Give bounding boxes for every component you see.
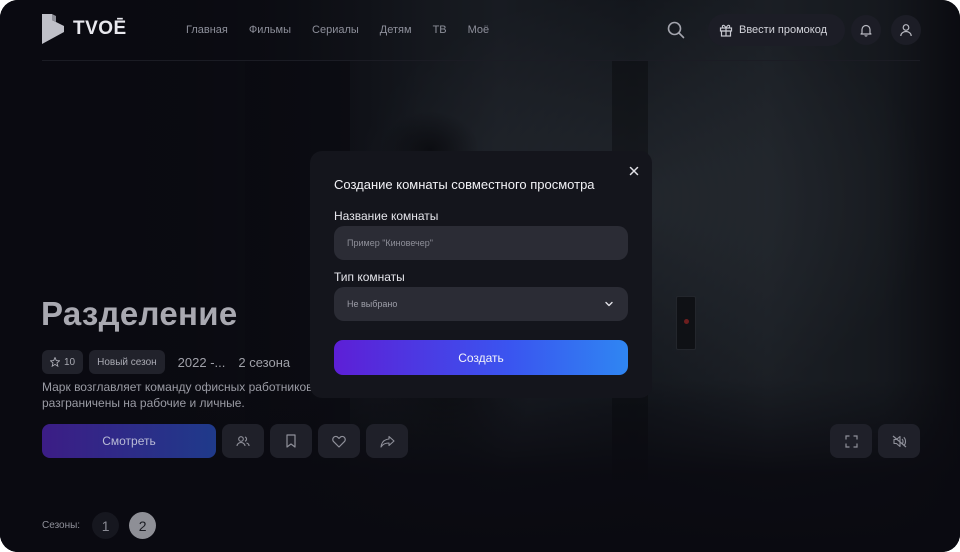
profile-button[interactable] <box>891 15 921 45</box>
season-1-button[interactable]: 1 <box>92 512 120 539</box>
nav-item-kids[interactable]: Детям <box>380 22 412 38</box>
mute-icon <box>892 435 906 447</box>
mute-button[interactable] <box>878 424 920 458</box>
user-icon <box>900 24 912 37</box>
nav-item-mine[interactable]: Моё <box>468 22 490 38</box>
bookmark-button[interactable] <box>270 424 312 458</box>
nav-item-series[interactable]: Сериалы <box>312 22 359 38</box>
watch-together-icon <box>236 436 250 447</box>
room-name-input[interactable] <box>334 226 628 260</box>
nav-item-home[interactable]: Главная <box>186 22 228 38</box>
fullscreen-icon <box>844 434 858 448</box>
room-type-label: Тип комнаты <box>334 270 405 284</box>
nav-item-tv[interactable]: ТВ <box>433 22 447 38</box>
watch-together-button[interactable] <box>222 424 264 458</box>
logo-mark-icon <box>42 14 64 44</box>
notifications-button[interactable] <box>851 15 881 45</box>
search-icon <box>667 21 685 39</box>
share-icon <box>379 435 395 448</box>
rating-badge: 10 <box>42 350 84 374</box>
season-2-button[interactable]: 2 <box>129 512 157 539</box>
show-years: 2022 -... <box>177 354 226 370</box>
modal-title: Создание комнаты совместного просмотра <box>334 177 595 192</box>
create-room-modal: Создание комнаты совместного просмотра Н… <box>310 151 652 398</box>
room-type-value: Не выбрано <box>347 299 398 309</box>
promo-code-label: Ввести промокод <box>739 24 828 36</box>
chevron-down-icon <box>605 301 613 307</box>
bookmark-icon <box>286 434 296 448</box>
show-seasons-count: 2 сезона <box>238 354 291 370</box>
fullscreen-button[interactable] <box>830 424 872 458</box>
close-icon[interactable] <box>628 165 640 177</box>
top-header: TVOĒ Главная Фильмы Сериалы Детям ТВ Моё… <box>0 0 960 60</box>
player-controls <box>830 424 920 458</box>
season-selector: Сезоны: 1 2 <box>42 512 157 539</box>
seasons-label: Сезоны: <box>42 520 81 531</box>
search-button[interactable] <box>661 15 691 45</box>
gift-icon <box>719 24 733 37</box>
show-title: Разделение <box>41 295 238 332</box>
main-nav: Главная Фильмы Сериалы Детям ТВ Моё <box>186 22 489 38</box>
hero-actions: Смотреть <box>42 424 408 458</box>
star-icon <box>50 357 60 367</box>
app-window: TVOĒ Главная Фильмы Сериалы Детям ТВ Моё… <box>0 0 960 552</box>
logo[interactable]: TVOĒ <box>42 12 127 46</box>
room-type-select[interactable]: Не выбрано <box>334 287 628 321</box>
new-season-badge: Новый сезон <box>89 350 165 374</box>
bell-icon <box>860 24 872 37</box>
room-name-label: Название комнаты <box>334 209 439 223</box>
promo-code-button[interactable]: Ввести промокод <box>708 14 845 46</box>
heart-icon <box>332 435 346 448</box>
watch-button[interactable]: Смотреть <box>42 424 216 458</box>
share-button[interactable] <box>366 424 408 458</box>
nav-item-movies[interactable]: Фильмы <box>249 22 291 38</box>
rating-value: 10 <box>64 356 76 368</box>
logo-text: TVOĒ <box>73 18 127 39</box>
like-button[interactable] <box>318 424 360 458</box>
create-room-button[interactable]: Создать <box>334 340 628 375</box>
show-meta: 10 Новый сезон 2022 -... 2 сезона <box>42 350 290 374</box>
header-divider <box>42 60 920 61</box>
